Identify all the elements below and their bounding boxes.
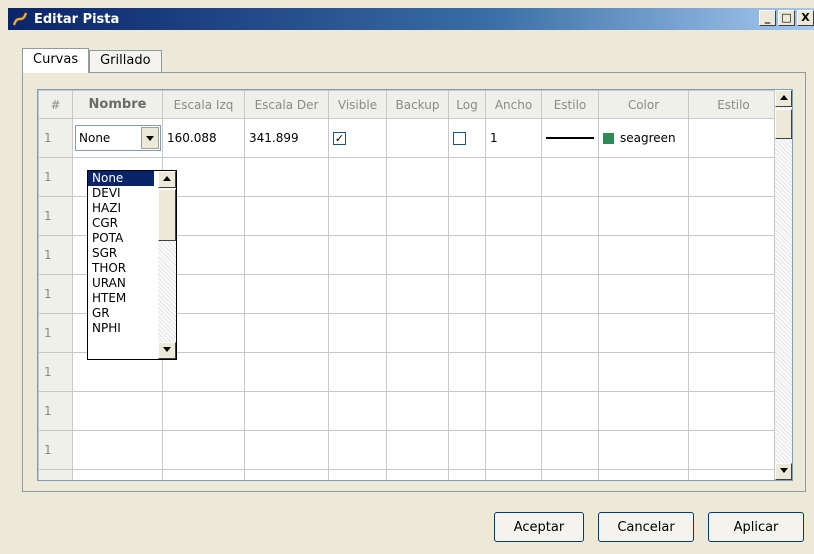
color-cell[interactable]: seagreen	[598, 118, 689, 158]
header-estilo-2[interactable]: Estilo	[688, 90, 779, 119]
table-row: 1	[38, 469, 779, 480]
visible-checkbox[interactable]: ✓	[333, 131, 346, 145]
nombre-combobox[interactable]: None	[75, 125, 161, 151]
nombre-value: None	[79, 131, 111, 145]
table-row: 1	[38, 430, 779, 470]
header-visible[interactable]: Visible	[328, 90, 387, 119]
header-escala-izq[interactable]: Escala Izq	[162, 90, 245, 119]
tab-panel: # Nombre Escala Izq Escala Der Visible B…	[22, 72, 806, 492]
escala-izq-cell[interactable]: 160.088	[162, 118, 245, 158]
color-swatch	[603, 133, 614, 144]
header-escala-der[interactable]: Escala Der	[244, 90, 329, 119]
table-row: 1	[38, 391, 779, 431]
row-number: 1	[38, 430, 73, 470]
backup-cell[interactable]	[386, 118, 449, 158]
header-estilo[interactable]: Estilo	[541, 90, 599, 119]
row-number: 1	[38, 196, 73, 236]
nombre-dropdown-list[interactable]: None DEVI HAZI CGR POTA SGR THOR URAN HT…	[87, 170, 177, 360]
apply-button[interactable]: Aplicar	[708, 512, 804, 542]
log-checkbox[interactable]	[453, 131, 466, 145]
minimize-button[interactable]: _	[759, 10, 776, 26]
title-buttons: _ □ X	[759, 10, 814, 26]
color-name: seagreen	[620, 131, 676, 145]
scroll-down-icon[interactable]	[775, 463, 792, 480]
header-color[interactable]: Color	[598, 90, 689, 119]
ancho-cell[interactable]: 1	[485, 118, 542, 158]
scrollbar-thumb[interactable]	[775, 109, 792, 139]
row-number: 1	[38, 157, 73, 197]
scroll-up-icon[interactable]	[775, 90, 792, 107]
dropdown-option[interactable]: None	[88, 171, 154, 186]
tab-curvas[interactable]: Curvas	[22, 48, 90, 73]
estilo-2-cell[interactable]	[688, 118, 779, 158]
cancel-button[interactable]: Cancelar	[598, 512, 694, 542]
header-index[interactable]: #	[38, 90, 73, 119]
curves-table: # Nombre Escala Izq Escala Der Visible B…	[37, 89, 793, 481]
app-logo-icon	[12, 11, 28, 27]
header-ancho[interactable]: Ancho	[485, 90, 542, 119]
row-number: 1	[38, 118, 73, 158]
dropdown-scrollbar-thumb[interactable]	[158, 189, 176, 241]
maximize-button[interactable]: □	[778, 10, 795, 26]
line-style-preview[interactable]	[546, 137, 594, 139]
row-number: 1	[38, 352, 73, 392]
window-title: Editar Pista	[34, 11, 120, 27]
row-number: 1	[38, 235, 73, 275]
header-log[interactable]: Log	[448, 90, 486, 119]
accept-button[interactable]: Aceptar	[494, 512, 584, 542]
row-number: 1	[38, 313, 73, 353]
tab-bar: Curvas Grillado	[22, 48, 162, 73]
scroll-up-icon[interactable]	[158, 171, 176, 188]
header-backup[interactable]: Backup	[386, 90, 449, 119]
tab-grillado[interactable]: Grillado	[89, 50, 162, 72]
title-bar: Editar Pista _ □ X	[8, 8, 814, 30]
scroll-down-icon[interactable]	[158, 342, 176, 359]
close-button[interactable]: X	[797, 10, 814, 26]
dropdown-scrollbar[interactable]	[158, 171, 176, 359]
row-number: 1	[38, 469, 73, 480]
table-vertical-scrollbar[interactable]	[774, 90, 792, 480]
chevron-down-icon[interactable]	[141, 127, 159, 149]
row-number: 1	[38, 391, 73, 431]
table-row: 1 None 160.088 341.899 ✓ 1 seagreen	[38, 118, 779, 158]
row-number: 1	[38, 274, 73, 314]
escala-der-cell[interactable]: 341.899	[244, 118, 329, 158]
table-header-row: # Nombre Escala Izq Escala Der Visible B…	[38, 90, 779, 119]
header-nombre[interactable]: Nombre	[72, 90, 163, 119]
